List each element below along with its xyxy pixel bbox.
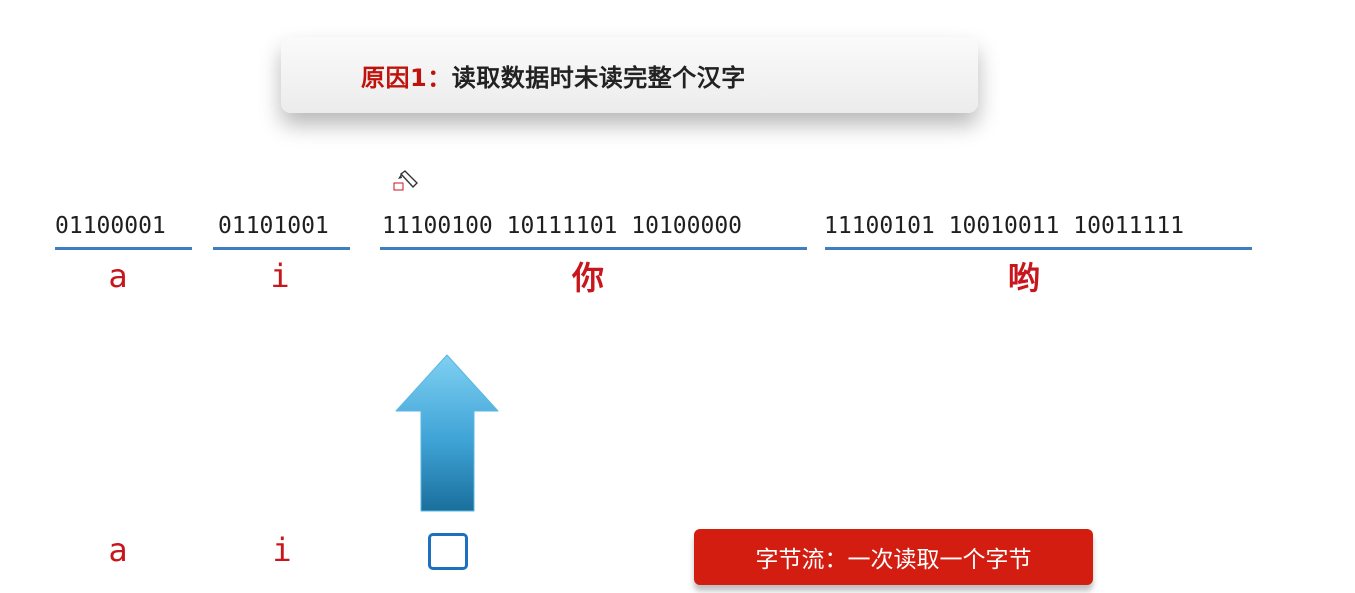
char-label-a: a <box>108 257 128 295</box>
char-label-ni: 你 <box>571 259 604 297</box>
note-text: 字节流：一次读取一个字节 <box>755 547 1032 573</box>
slide-title: 原因1：读取数据时未读完整个汉字 <box>361 58 746 93</box>
underline-ni <box>380 247 807 250</box>
byte-stream-note: 字节流：一次读取一个字节 <box>694 529 1093 585</box>
byte-group-yo: 11100101 10010011 10011111 <box>824 213 1185 239</box>
underline-i <box>213 247 350 250</box>
char-label-i: i <box>270 257 290 295</box>
pen-cursor-icon <box>393 170 418 191</box>
replacement-character-box <box>428 533 468 570</box>
byte-group-ni: 11100100 10111101 10100000 <box>382 213 743 239</box>
decoded-a: a <box>108 531 128 569</box>
title-text: 读取数据时未读完整个汉字 <box>451 63 746 92</box>
decoded-i: i <box>272 531 292 569</box>
up-arrow-icon <box>395 354 499 512</box>
title-card: 原因1：读取数据时未读完整个汉字 <box>281 37 978 113</box>
title-prefix: 原因1： <box>361 63 452 92</box>
underline-yo <box>825 247 1252 250</box>
underline-a <box>55 247 192 250</box>
byte-group-i: 01101001 <box>218 213 329 239</box>
byte-group-a: 01100001 <box>55 213 166 239</box>
char-label-yo: 哟 <box>1007 259 1040 297</box>
